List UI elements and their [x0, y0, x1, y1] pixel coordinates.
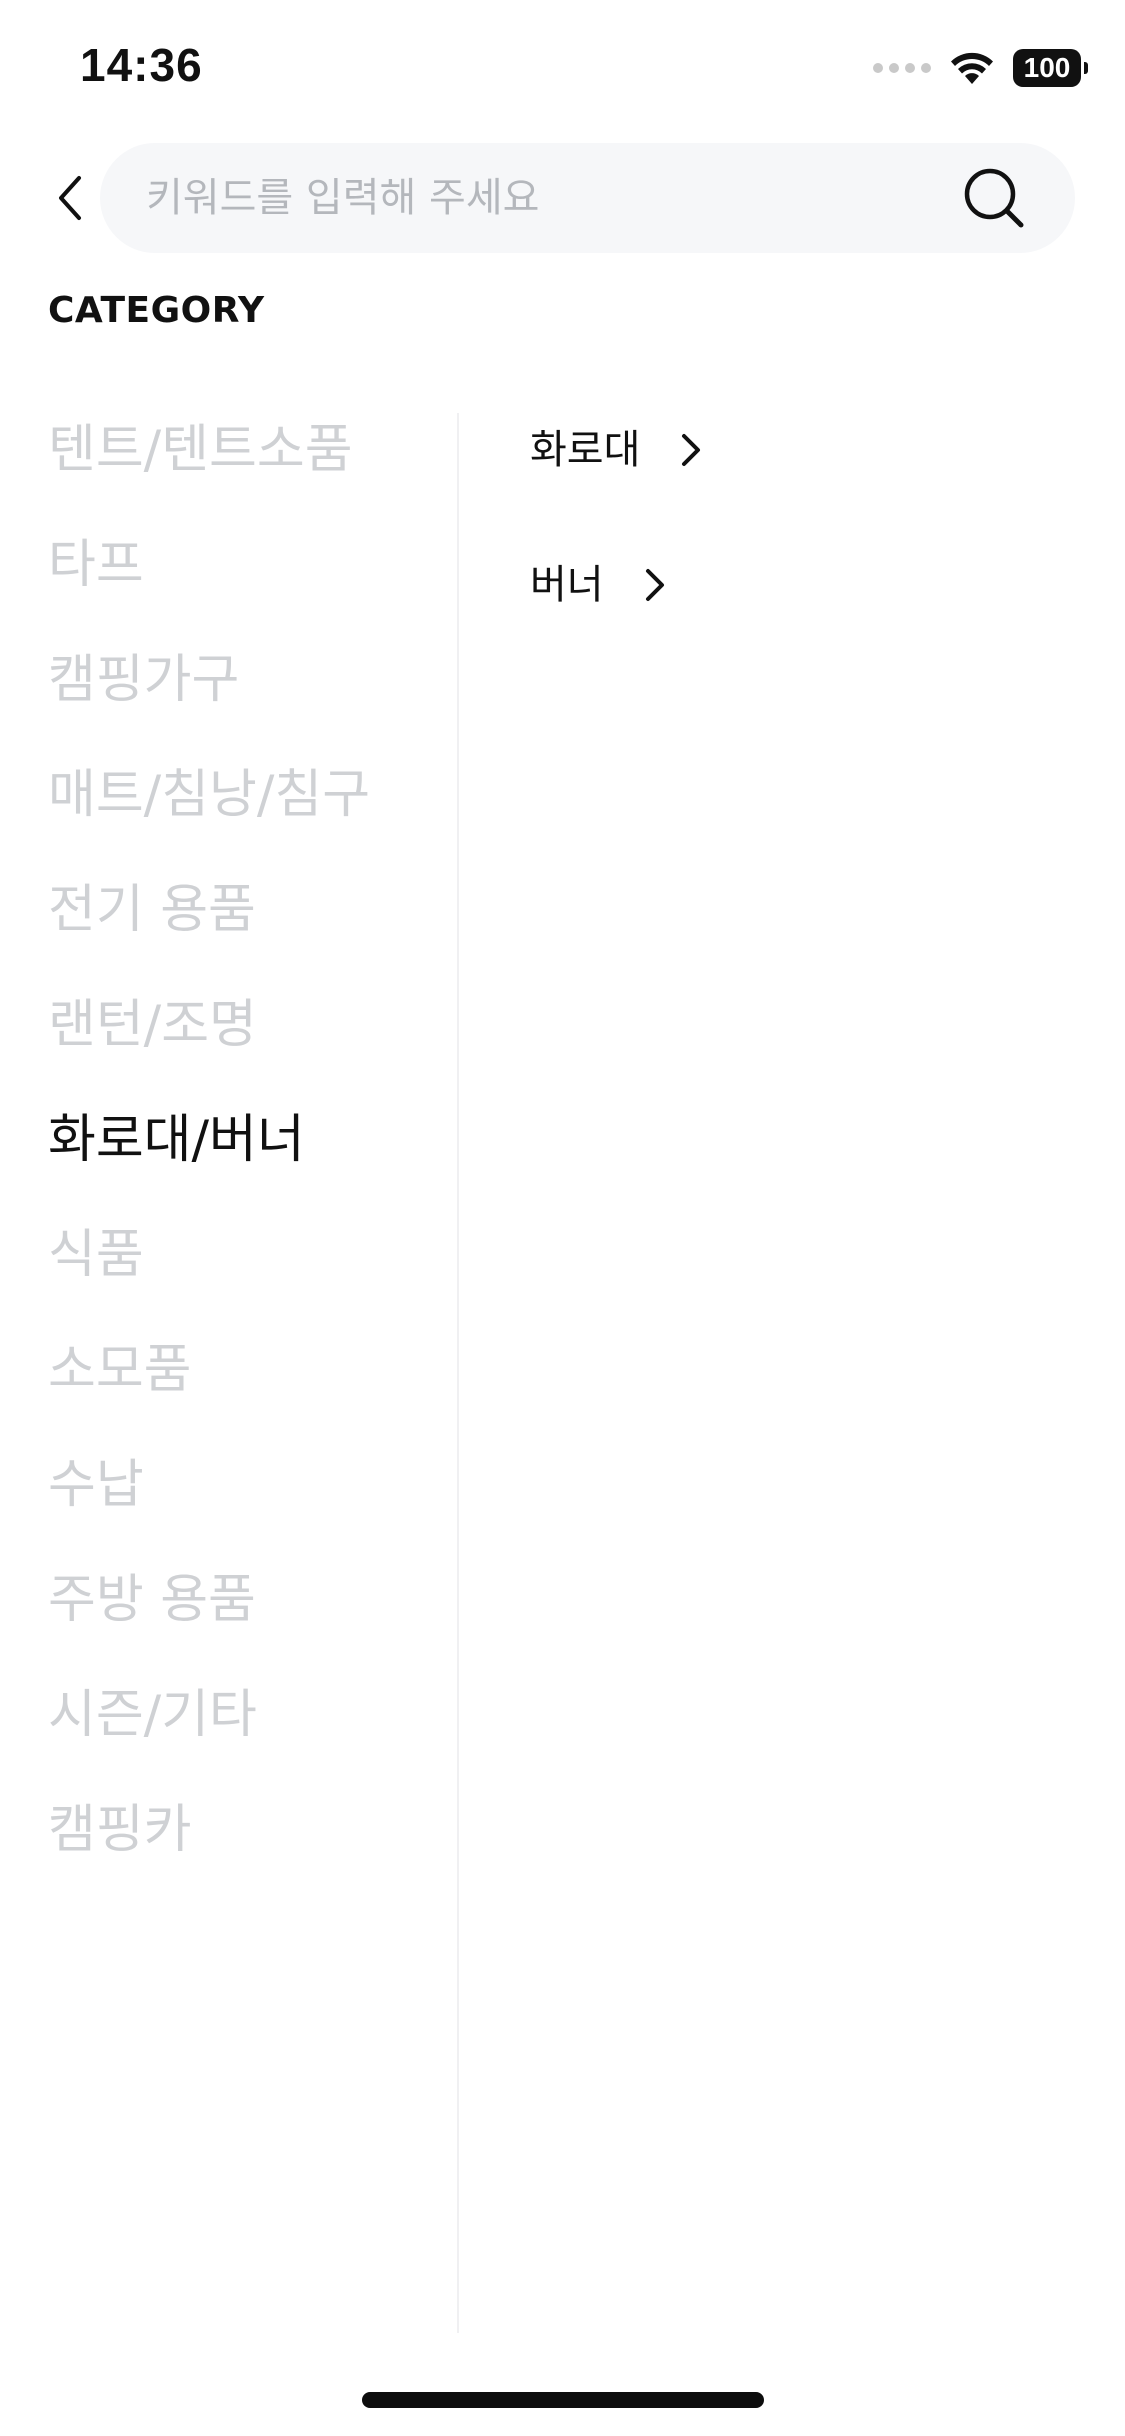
column-divider	[457, 413, 459, 2333]
chevron-left-icon	[59, 176, 81, 220]
category-list: 텐트/텐트소품 타프 캠핑가구 매트/침낭/침구 전기 용품 랜턴/조명 화로대…	[48, 405, 448, 1900]
category-item-lantern[interactable]: 랜턴/조명	[48, 980, 448, 1095]
battery-level: 100	[1023, 52, 1071, 83]
subcategory-item-burner[interactable]: 버너	[530, 547, 702, 682]
subcategory-label: 화로대	[530, 427, 641, 473]
subcategory-label: 버너	[530, 562, 604, 608]
status-time: 14:36	[80, 39, 203, 91]
chevron-right-icon	[644, 547, 666, 623]
home-indicator	[362, 2392, 764, 2408]
cellular-signal-icon	[873, 63, 931, 73]
category-item-firepit-burner[interactable]: 화로대/버너	[48, 1095, 448, 1210]
category-item-consumables[interactable]: 소모품	[48, 1325, 448, 1440]
subcategory-list: 화로대 버너	[530, 412, 702, 682]
battery-icon: 100	[1013, 49, 1088, 87]
category-item-mat-sleeping[interactable]: 매트/침낭/침구	[48, 750, 448, 865]
search-bar	[100, 143, 1075, 253]
chevron-right-icon	[680, 412, 702, 488]
search-icon	[964, 168, 1024, 228]
category-item-storage[interactable]: 수납	[48, 1440, 448, 1555]
category-item-food[interactable]: 식품	[48, 1210, 448, 1325]
category-item-season-etc[interactable]: 시즌/기타	[48, 1670, 448, 1785]
category-heading: CATEGORY	[48, 290, 265, 331]
category-item-tent[interactable]: 텐트/텐트소품	[48, 405, 448, 520]
category-item-furniture[interactable]: 캠핑가구	[48, 635, 448, 750]
subcategory-item-firepit[interactable]: 화로대	[530, 412, 702, 547]
search-button[interactable]	[961, 165, 1027, 231]
search-input[interactable]	[146, 143, 926, 253]
category-item-camping-car[interactable]: 캠핑카	[48, 1785, 448, 1900]
category-item-electric[interactable]: 전기 용품	[48, 865, 448, 980]
back-button[interactable]	[44, 162, 96, 234]
wifi-icon	[951, 52, 993, 84]
category-item-kitchen[interactable]: 주방 용품	[48, 1555, 448, 1670]
category-item-tarp[interactable]: 타프	[48, 520, 448, 635]
status-bar: 14:36 100	[0, 0, 1125, 140]
status-indicators: 100	[873, 46, 1088, 90]
